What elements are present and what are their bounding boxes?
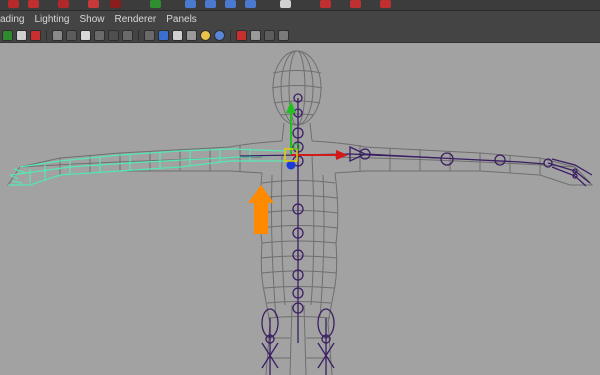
- scene-icon[interactable]: [264, 29, 275, 41]
- wireframe-icon[interactable]: [66, 29, 77, 41]
- xray-icon[interactable]: [158, 29, 169, 41]
- shelf-red-icon-1[interactable]: [320, 0, 331, 8]
- viewport-background: [0, 43, 600, 375]
- grid-icon[interactable]: [16, 29, 27, 41]
- shelf-blue-icon-1[interactable]: [185, 0, 196, 8]
- viewport-menu-bar: ading Lighting Show Renderer Panels: [0, 11, 600, 28]
- shelf-sphere-icon[interactable]: [8, 0, 19, 8]
- cube-view-icon[interactable]: [250, 29, 261, 41]
- ambient-occlusion-icon[interactable]: [200, 29, 211, 41]
- shadows-icon[interactable]: [122, 29, 133, 41]
- smooth-shade-icon[interactable]: [80, 29, 91, 41]
- shelf-rotate-icon[interactable]: [58, 0, 69, 8]
- z-axis-handle[interactable]: [286, 160, 296, 170]
- viewport-canvas: [0, 43, 600, 375]
- menu-panels[interactable]: Panels: [166, 14, 197, 25]
- menu-renderer[interactable]: Renderer: [115, 14, 157, 25]
- camera-icon[interactable]: [2, 29, 13, 41]
- panel-toolbar: [0, 28, 600, 43]
- toolbar-separator: [138, 29, 139, 41]
- menu-lighting[interactable]: Lighting: [34, 14, 69, 25]
- shelf-move-icon[interactable]: [28, 0, 39, 8]
- share-icon[interactable]: [278, 29, 289, 41]
- shelf-render-icon[interactable]: [280, 0, 291, 8]
- textured-icon[interactable]: [94, 29, 105, 41]
- shelf-bar: [0, 0, 600, 11]
- shelf-green-icon[interactable]: [150, 0, 161, 8]
- backface-icon[interactable]: [186, 29, 197, 41]
- isolate-select-icon[interactable]: [236, 29, 247, 41]
- shelf-curve-icon[interactable]: [110, 0, 121, 8]
- menu-shading[interactable]: ading: [0, 14, 24, 25]
- shelf-red-icon-2[interactable]: [350, 0, 361, 8]
- menu-show[interactable]: Show: [80, 14, 105, 25]
- lights-icon[interactable]: [108, 29, 119, 41]
- shelf-scale-icon[interactable]: [88, 0, 99, 8]
- 3d-viewport[interactable]: [0, 43, 600, 375]
- shelf-blue-icon-3[interactable]: [225, 0, 236, 8]
- xray-joints-icon[interactable]: [172, 29, 183, 41]
- toolbar-separator: [230, 29, 231, 41]
- shelf-red-icon-3[interactable]: [380, 0, 391, 8]
- wireframe-on-shaded-icon[interactable]: [144, 29, 155, 41]
- toolbar-separator: [46, 29, 47, 41]
- bookmark-icon[interactable]: [52, 29, 63, 41]
- shelf-blue-icon-2[interactable]: [205, 0, 216, 8]
- select-camera-icon[interactable]: [30, 29, 41, 41]
- motion-blur-icon[interactable]: [214, 29, 225, 41]
- shelf-blue-icon-4[interactable]: [245, 0, 256, 8]
